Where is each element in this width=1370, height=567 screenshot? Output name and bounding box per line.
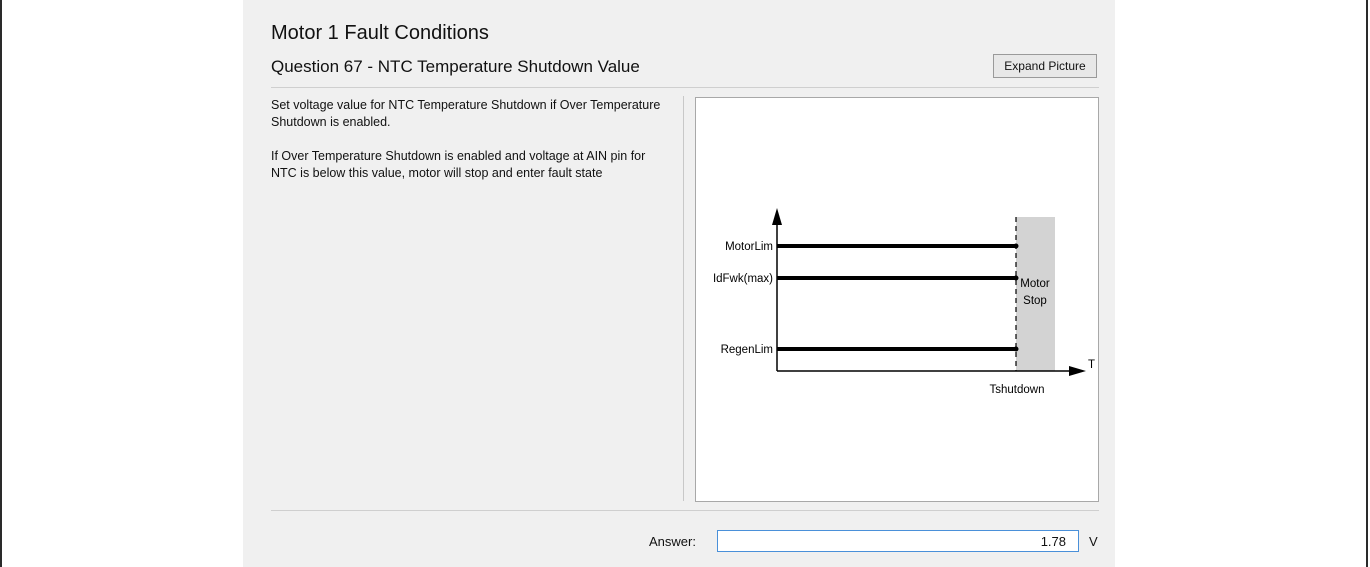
shutdown-diagram: MotorLim IdFwk(max) RegenLim Motor Stop … xyxy=(713,208,1095,396)
x-axis-arrow xyxy=(1069,366,1086,376)
motor-lim-endpoint xyxy=(1013,243,1019,249)
right-frame-border xyxy=(1366,0,1368,567)
divider-bottom xyxy=(271,510,1099,511)
vertical-divider xyxy=(683,96,684,501)
expand-picture-button[interactable]: Expand Picture xyxy=(993,54,1097,78)
motor-stop-region xyxy=(1016,217,1055,371)
idfwk-max-label: IdFwk(max) xyxy=(713,273,773,285)
t-shutdown-label: Tshutdown xyxy=(990,384,1045,396)
description-paragraph-1: Set voltage value for NTC Temperature Sh… xyxy=(271,98,661,129)
description-paragraph-2: If Over Temperature Shutdown is enabled … xyxy=(271,149,646,180)
motor-stop-label-line2: Stop xyxy=(1023,295,1047,307)
answer-unit: V xyxy=(1089,534,1098,549)
regen-lim-endpoint xyxy=(1013,346,1019,352)
divider-top xyxy=(271,87,1099,88)
diagram-picture: MotorLim IdFwk(max) RegenLim Motor Stop … xyxy=(695,97,1099,502)
regen-lim-label: RegenLim xyxy=(721,344,773,356)
answer-label: Answer: xyxy=(649,534,696,549)
question-panel: Motor 1 Fault Conditions Question 67 - N… xyxy=(243,0,1115,567)
left-frame-border xyxy=(0,0,2,567)
motor-lim-label: MotorLim xyxy=(725,241,773,253)
x-axis-label: T xyxy=(1088,359,1095,371)
answer-input[interactable] xyxy=(717,530,1079,552)
y-axis-arrow xyxy=(772,208,782,225)
question-heading: Question 67 - NTC Temperature Shutdown V… xyxy=(271,57,640,76)
idfwk-max-endpoint xyxy=(1013,275,1019,281)
question-description: Set voltage value for NTC Temperature Sh… xyxy=(271,97,666,199)
page-title: Motor 1 Fault Conditions xyxy=(271,22,489,44)
motor-stop-label-line1: Motor xyxy=(1020,278,1050,290)
